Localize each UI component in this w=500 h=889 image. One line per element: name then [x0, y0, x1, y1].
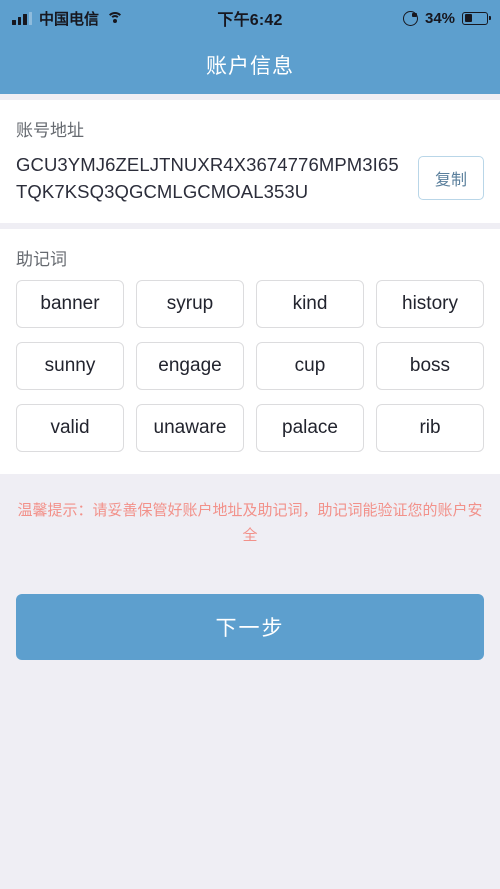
- next-step-button[interactable]: 下一步: [16, 594, 484, 660]
- mnemonic-word-chip[interactable]: cup: [256, 342, 364, 390]
- mnemonic-word-chip[interactable]: banner: [16, 280, 124, 328]
- mnemonic-word-grid: banner syrup kind history sunny engage c…: [16, 280, 484, 474]
- mnemonic-word-chip[interactable]: boss: [376, 342, 484, 390]
- wifi-icon: [106, 11, 124, 25]
- mnemonic-word-chip[interactable]: valid: [16, 404, 124, 452]
- mnemonic-word-chip[interactable]: kind: [256, 280, 364, 328]
- page-title: 账户信息: [206, 55, 294, 78]
- carrier-label: 中国电信: [39, 10, 100, 28]
- mnemonic-word-chip[interactable]: palace: [256, 404, 364, 452]
- status-bar-right: 34%: [283, 9, 491, 27]
- copy-button[interactable]: 复制: [418, 156, 484, 200]
- title-bar: 账户信息: [0, 36, 500, 94]
- account-address-value: GCU3YMJ6ZELJTNUXR4X3674776MPM3I65TQK7KSQ…: [16, 154, 399, 202]
- status-bar: 中国电信 下午6:42 34%: [0, 0, 500, 36]
- battery-icon: [462, 11, 491, 25]
- status-bar-left: 中国电信: [12, 8, 217, 29]
- address-row: GCU3YMJ6ZELJTNUXR4X3674776MPM3I65TQK7KSQ…: [16, 151, 484, 223]
- mnemonic-word-chip[interactable]: syrup: [136, 280, 244, 328]
- mnemonic-word-chip[interactable]: sunny: [16, 342, 124, 390]
- mnemonic-word-chip[interactable]: unaware: [136, 404, 244, 452]
- mnemonic-label: 助记词: [16, 250, 67, 269]
- address-card: 账号地址 GCU3YMJ6ZELJTNUXR4X3674776MPM3I65TQ…: [0, 100, 500, 223]
- mnemonic-word-chip[interactable]: engage: [136, 342, 244, 390]
- battery-percent-label: 34%: [424, 9, 456, 27]
- mnemonic-word-chip[interactable]: history: [376, 280, 484, 328]
- signal-bars-icon: [12, 11, 32, 25]
- mnemonic-card: 助记词 banner syrup kind history sunny enga…: [0, 229, 500, 474]
- app-screen: 中国电信 下午6:42 34% 账户信息 账号地址 GCU3YMJ6ZELJTN…: [0, 0, 500, 889]
- status-bar-clock: 下午6:42: [217, 12, 283, 29]
- address-label: 账号地址: [16, 121, 84, 140]
- rotation-lock-icon: [402, 10, 418, 26]
- page-content: 账号地址 GCU3YMJ6ZELJTNUXR4X3674776MPM3I65TQ…: [0, 94, 500, 889]
- footer-action-area: 下一步: [0, 548, 500, 660]
- mnemonic-word-chip[interactable]: rib: [376, 404, 484, 452]
- warning-text: 温馨提示：请妥善保管好账户地址及助记词，助记词能验证您的账户安全: [17, 502, 483, 544]
